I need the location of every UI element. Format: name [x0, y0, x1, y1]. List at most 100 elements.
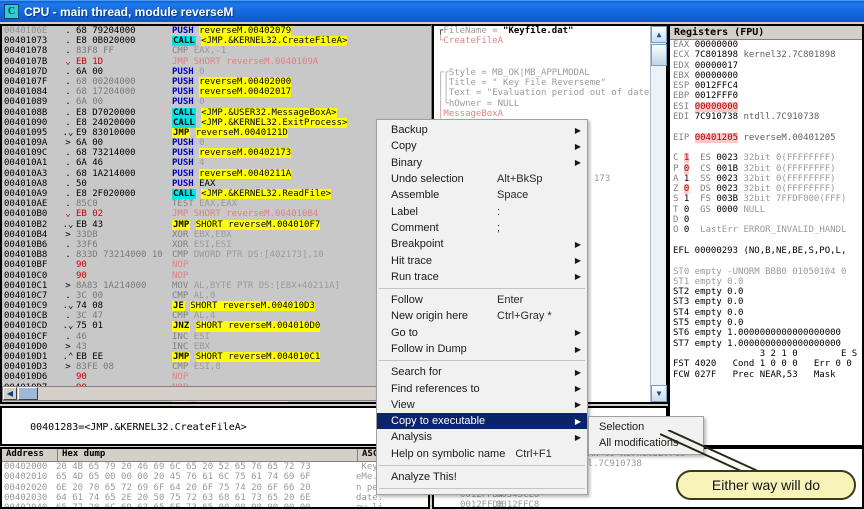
dump-row[interactable]: 00402040 65 77 20 6C 69 63 65 6E 73 65 00… [2, 503, 428, 507]
disassembly-row[interactable]: 004010AE. 85C0 TEST EAX,EAX [2, 199, 431, 210]
menu-item-run-trace[interactable]: Run trace ▶ [377, 269, 587, 285]
disassembly-row[interactable]: 004010A1. 6A 46 PUSH 4 [2, 158, 431, 169]
disassembly-row[interactable]: 004010C0 90 NOP [2, 270, 431, 281]
menu-item-copy-to-executable[interactable]: Copy to executable ▶ [377, 413, 587, 430]
fpu-row-st1[interactable]: ST1 empty 0.0 [670, 277, 862, 287]
disassembly-row[interactable]: 00401084. 68 17204000 PUSH reverseM.004020… [2, 87, 431, 98]
disassembly-row[interactable]: 0040107B ⌄ EB 1D JMP SHORT reverseM.0040109… [2, 56, 431, 67]
menu-item-label[interactable]: Label: [377, 203, 587, 219]
flag-row-p[interactable]: P 0 CS 001B 32bit 0(FFFFFFFF) [670, 163, 862, 174]
menu-item-analysis[interactable]: Analysis ▶ [377, 429, 587, 445]
disassembly-row[interactable]: 00401090. E8 24020000 CALL <JMP.&KERNEL32.… [2, 117, 431, 128]
disassembly-row[interactable]: 004010A8. 50 PUSH EAX [2, 178, 431, 189]
disassembly-row[interactable]: 004010DD00DB 00 [2, 403, 431, 404]
disassembly-row[interactable]: 00401073. E8 0B020000 CALL <JMP.&KERNEL32.… [2, 36, 431, 47]
menu-item-breakpoint[interactable]: Breakpoint ▶ [377, 236, 587, 252]
flag-row-a[interactable]: A 1 SS 0023 32bit 0(FFFFFFFF) [670, 174, 862, 184]
dump-row[interactable]: 00402030 64 61 74 65 2E 20 50 75 72 63 68… [2, 493, 428, 503]
register-row-ebx[interactable]: EBX 00000000 [670, 71, 862, 81]
scroll-left-icon[interactable]: ◀ [3, 387, 17, 400]
flag-row-o[interactable]: O 0 LastErr ERROR_INVALID_HANDL [670, 225, 862, 235]
menu-item-copy[interactable]: Copy ▶ [377, 138, 587, 154]
disassembly-row[interactable]: 004010C1 >8A83 1A214000 MOV AL,BYTE PTR DS… [2, 280, 431, 291]
dump-pane[interactable]: Address Hex dump ASCII 00402000 20 4B 65 … [0, 447, 430, 509]
hscroll-thumb[interactable] [18, 387, 38, 400]
menu-item-find-references-to[interactable]: Find references to ▶ [377, 380, 587, 396]
context-menu[interactable]: Backup ▶ Copy ▶ Binary ▶ Undo selection Alt+BkS… [376, 119, 588, 496]
flag-row-t[interactable]: T 0 GS 0000 NULL [670, 205, 862, 215]
fpu-row-st0[interactable]: ST0 empty -UNORM BBB0 01050104 0 [670, 267, 862, 277]
register-row-esi[interactable]: ESI 00000000 [670, 101, 862, 112]
fpu-row-st7[interactable]: ST7 empty 1.0000000000000000000 [670, 339, 862, 349]
registers-lines[interactable]: EAX 00000000 ECX 7C801898 kernel32.7C8018… [670, 40, 862, 380]
flag-row-d[interactable]: D 0 [670, 215, 862, 225]
menu-item-follow-in-dump[interactable]: Follow in Dump ▶ [377, 341, 587, 357]
fst-row[interactable]: FST 4020 Cond 1 0 0 0 Err 0 0 [670, 359, 862, 369]
menu-item-view[interactable]: View ▶ [377, 397, 587, 413]
menu-item-binary[interactable]: Binary ▶ [377, 155, 587, 171]
info-vscrollbar[interactable]: ▲ ▼ [650, 26, 667, 402]
disassembly-row[interactable]: 004010CD .⌄ 75 01 JNZ SHORT reverseM.004010… [2, 321, 431, 332]
scroll-up-icon[interactable]: ▲ [651, 26, 667, 43]
disassembly-row[interactable]: 00401089. 6A 00 PUSH 0 [2, 97, 431, 108]
disassembly-rows[interactable]: 0040106E. 68 79204000 PUSH reverseM.004020… [2, 26, 431, 404]
flag-row-z[interactable]: Z 0 DS 0023 32bit 0(FFFFFFFF) [670, 184, 862, 195]
menu-item-backup[interactable]: Backup ▶ [377, 122, 587, 138]
flag-row-c[interactable]: C 1 ES 0023 32bit 0(FFFFFFFF) [670, 153, 862, 164]
menu-item-hit-trace[interactable]: Hit trace ▶ [377, 252, 587, 268]
stack-row[interactable]: 0012FFD8 0012FFC8 [434, 500, 862, 507]
menu-item-analyze-this[interactable]: Analyze This! [377, 469, 587, 485]
submenu-item-all-modifications[interactable]: All modifications [589, 435, 703, 451]
disassembly-row[interactable]: 004010CF. 46 INC ESI [2, 331, 431, 342]
disassembly-row[interactable]: 004010B2 .⌄ EB 43 JMP SHORT reverseM.004010… [2, 219, 431, 230]
menu-item-search-for[interactable]: Search for ▶ [377, 364, 587, 380]
disassembly-row[interactable]: 004010D1 .⌃ EB EE JMP SHORT reverseM.004010… [2, 352, 431, 363]
disassembly-row[interactable]: 00401095 .⌄ E9 83010000 JMP reverseM.004012… [2, 127, 431, 139]
menu-item-follow[interactable]: Follow Enter [377, 292, 587, 308]
submenu-item-selection[interactable]: Selection [589, 419, 703, 435]
disassembly-hscrollbar[interactable]: ◀ [2, 386, 430, 401]
disassembly-row[interactable]: 004010D3 >83FE 08 CMP ESI,8 [2, 362, 431, 373]
disassembly-row[interactable]: 004010A9. E8 2F020000 CALL <JMP.&KERNEL32.… [2, 189, 431, 200]
disassembly-row[interactable]: 004010D6 90 NOP [2, 372, 431, 383]
disassembly-row[interactable]: 00401078. 83F8 FF CMP EAX,-1 [2, 46, 431, 57]
register-row-eax[interactable]: EAX 00000000 [670, 40, 862, 50]
fcw-row[interactable]: FCW 027F Prec NEAR,53 Mask [670, 370, 862, 380]
register-row-eip[interactable]: EIP 00401205 reverseM.00401205 [670, 132, 862, 143]
menu-item-help-on-symbolic-name[interactable]: Help on symbolic name Ctrl+F1 [377, 446, 587, 462]
fpu-row-st5[interactable]: ST5 empty 0.0 [670, 318, 862, 328]
disassembly-row[interactable]: 0040107F. 68 00204000 PUSH reverseM.004020… [2, 76, 431, 88]
dump-row[interactable]: 00402020 6E 20 70 65 72 69 6F 64 20 6F 75… [2, 483, 428, 493]
dump-row[interactable]: 00402000 20 4B 65 79 20 46 69 6C 65 20 52… [2, 462, 428, 472]
scroll-down-icon[interactable]: ▼ [651, 385, 667, 402]
disassembly-row[interactable]: 004010C9 .⌄ 74 08 JE SHORT reverseM.004010D… [2, 301, 431, 312]
dump-row[interactable]: 00402010 65 4D 65 00 00 00 20 45 76 61 6C… [2, 472, 428, 482]
menu-item-go-to[interactable]: Go to ▶ [377, 325, 587, 341]
disassembly-row[interactable]: 004010B0 ⌄ EB 02 JMP SHORT reverseM.004010B… [2, 209, 431, 220]
register-row-edi[interactable]: EDI 7C910738 ntdll.7C910738 [670, 112, 862, 122]
disassembly-row[interactable]: 004010CB. 3C 47 CMP AL,4 [2, 311, 431, 322]
disassembly-row[interactable]: 0040108B. E8 D7020000 CALL <JMP.&USER32.Me… [2, 107, 431, 118]
disassembly-row[interactable]: 004010C7. 3C 00 CMP AL,0 [2, 290, 431, 302]
copy-to-executable-submenu[interactable]: Selection All modifications [588, 416, 704, 455]
disassembly-row[interactable]: 0040109C. 68 73214000 PUSH reverseM.004021… [2, 148, 431, 159]
efl-row[interactable]: EFL 00000293 (NO,B,NE,BE,S,PO,L, [670, 246, 862, 256]
registers-pane[interactable]: Registers (FPU) EAX 00000000 ECX 7C801898… [668, 24, 864, 447]
register-row-ebp[interactable]: EBP 0012FFF0 [670, 91, 862, 101]
disassembly-pane[interactable]: 0040106E. 68 79204000 PUSH reverseM.004020… [0, 24, 432, 404]
window-titlebar[interactable]: C CPU - main thread, module reverseM [0, 0, 864, 22]
fpu-row-st6[interactable]: ST6 empty 1.0000000000000000000 [670, 328, 862, 338]
disassembly-row[interactable]: 004010D0 >43 INC EBX [2, 341, 431, 352]
fpu-row-st4[interactable]: ST4 empty 0.0 [670, 308, 862, 318]
menu-item-comment[interactable]: Comment; [377, 220, 587, 236]
disassembly-row[interactable]: 004010BF 90 NOP [2, 260, 431, 271]
flag-row-s[interactable]: S 1 FS 003B 32bit 7FFDF000(FFF) [670, 194, 862, 204]
fpu-row-st2[interactable]: ST2 empty 0.0 [670, 287, 862, 297]
register-row-esp[interactable]: ESP 0012FFC4 [670, 81, 862, 91]
fpu-row-st3[interactable]: ST3 empty 0.0 [670, 297, 862, 307]
disassembly-row[interactable]: 0040107D. 6A 00 PUSH 0 [2, 66, 431, 77]
disassembly-row[interactable]: 0040109A >6A 00 PUSH 0 [2, 138, 431, 149]
register-row-edx[interactable]: EDX 00000017 [670, 61, 862, 71]
menu-item-undo-selection[interactable]: Undo selection Alt+BkSp [377, 171, 587, 187]
disassembly-row[interactable]: 004010B6. 33F6 XOR ESI,ESI [2, 239, 431, 251]
